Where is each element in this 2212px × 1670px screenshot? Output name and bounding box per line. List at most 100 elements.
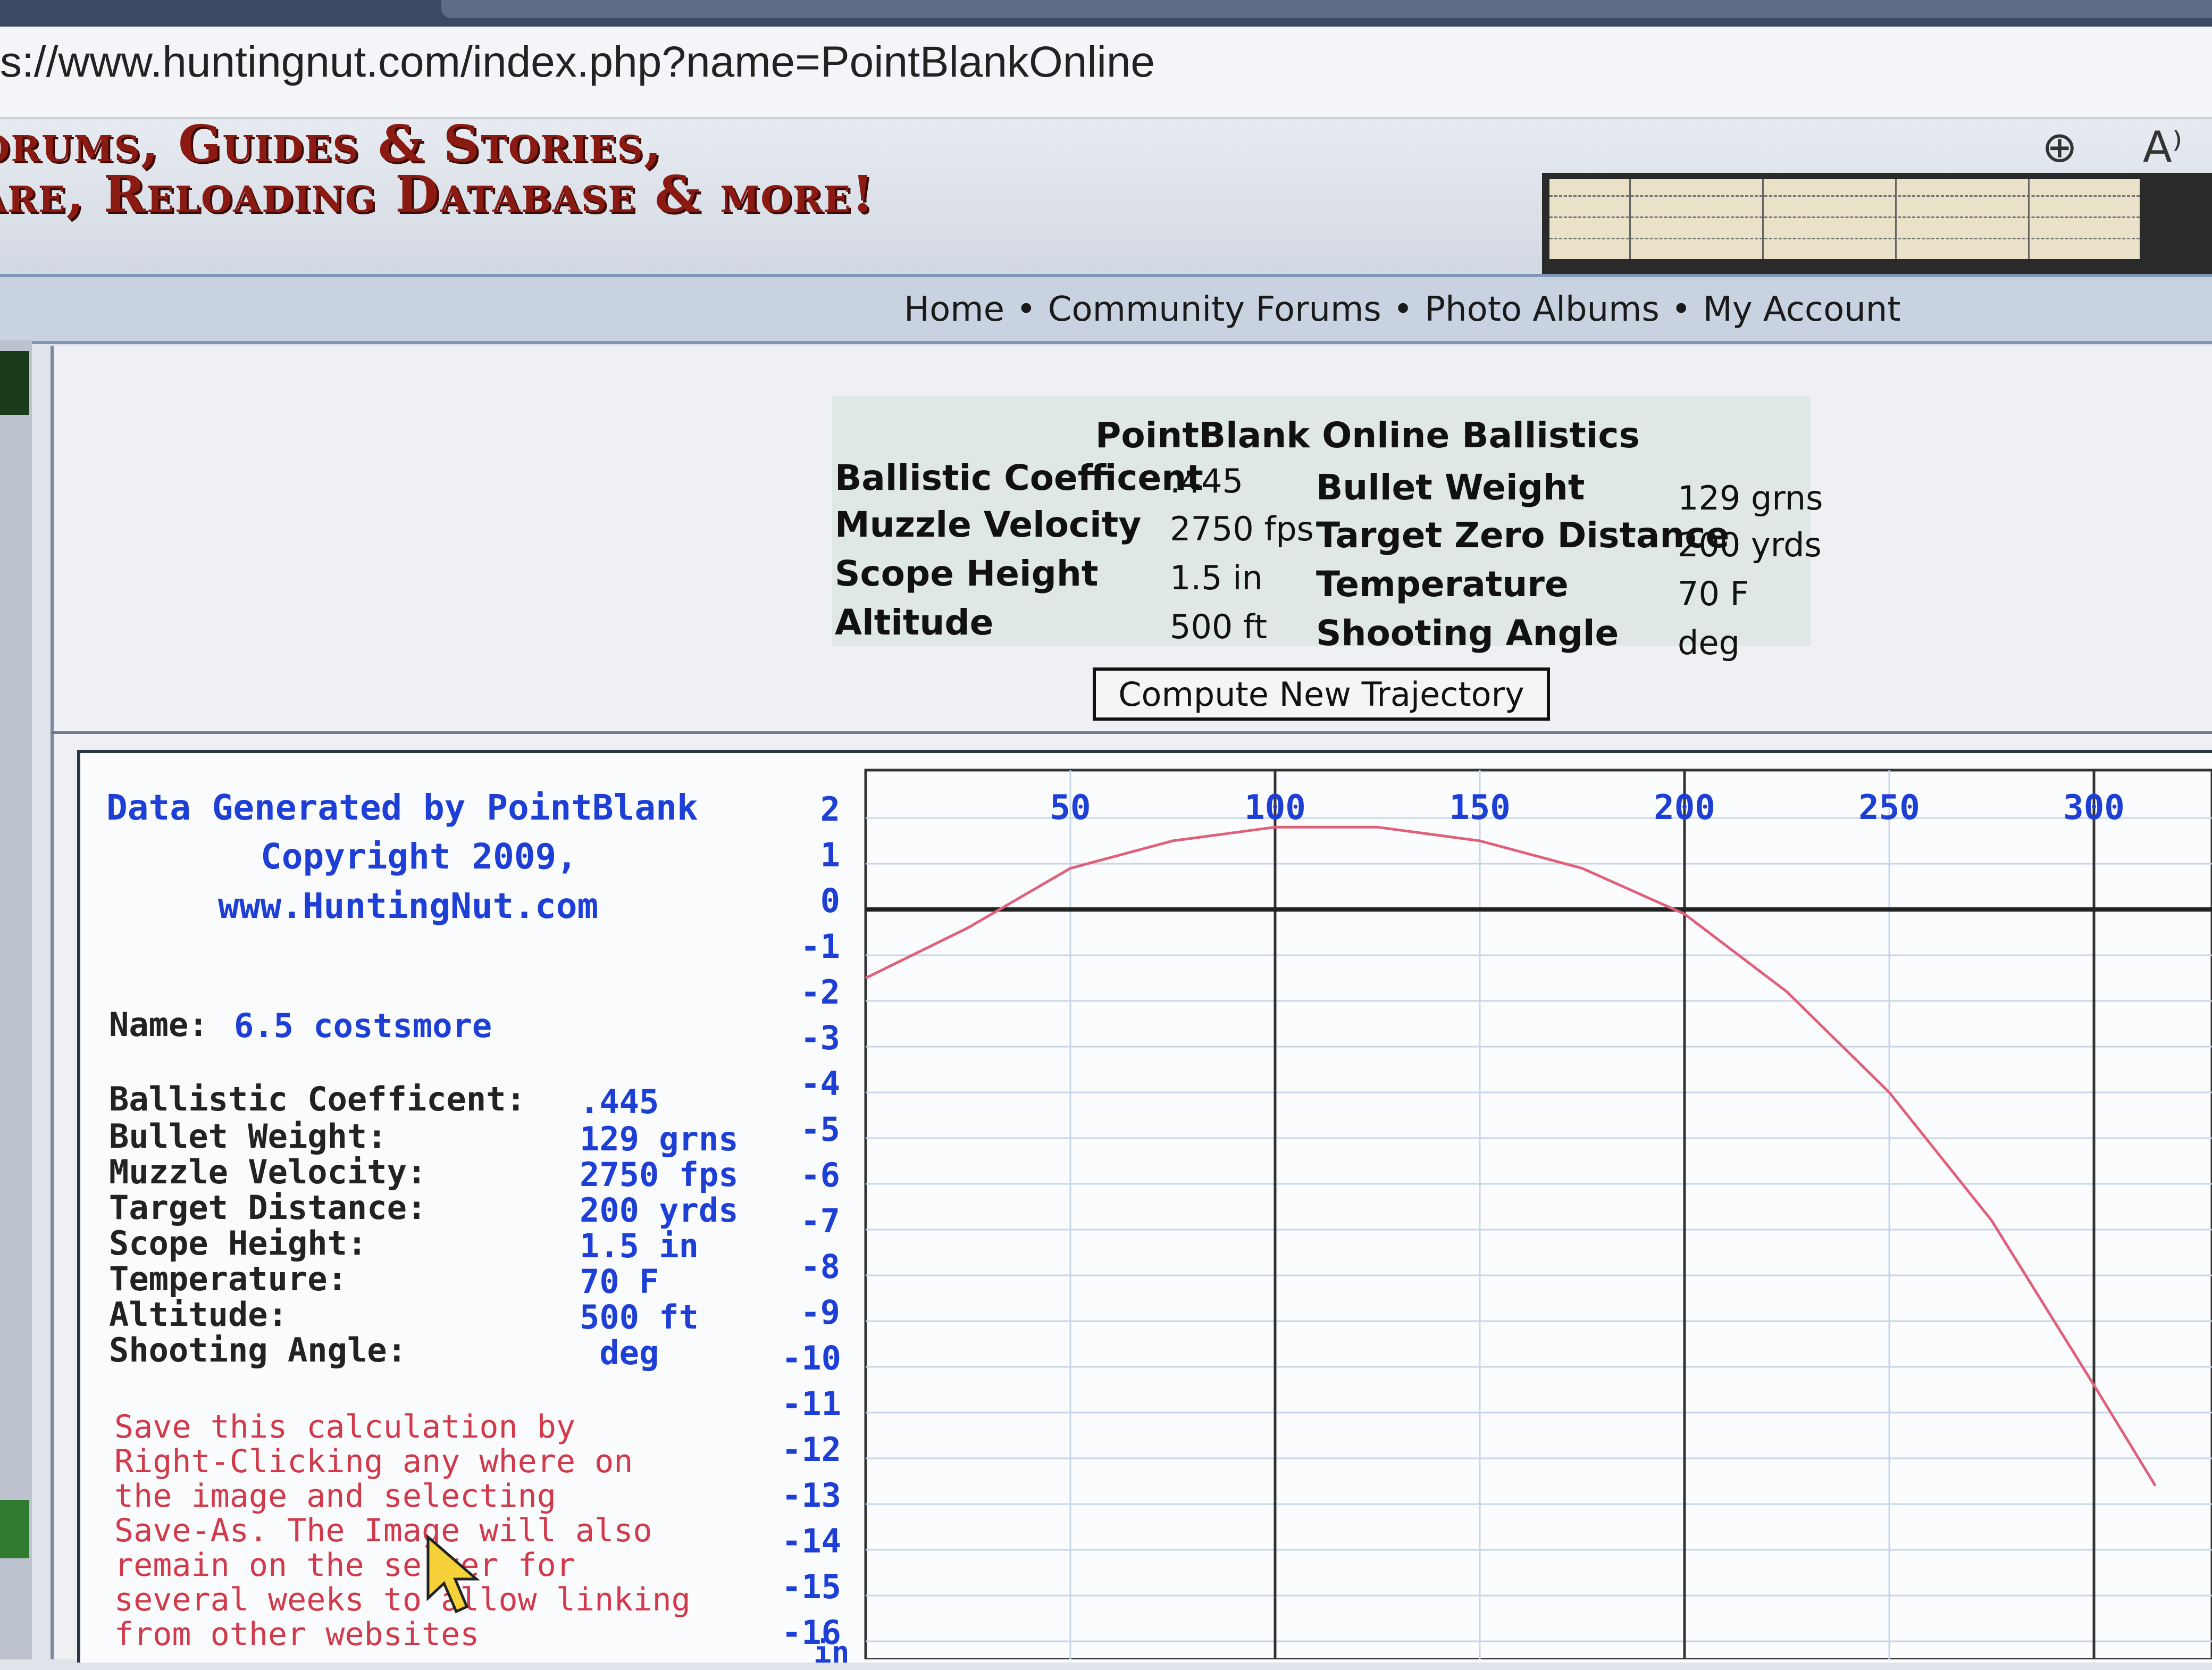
banner-gridline (1895, 179, 1897, 259)
banner-gridline (2028, 179, 2030, 259)
x-tick-label: 200 (1654, 788, 1715, 828)
report-note-line: Save this calculation by (114, 1408, 575, 1446)
y-tick-label: -9 (800, 1293, 840, 1332)
report-note-line: Save-As. The Image will also (114, 1512, 652, 1549)
y-tick-label: -12 (782, 1430, 841, 1469)
banner-graphic (1542, 173, 2212, 274)
report-note-line: remain on the server for (114, 1547, 575, 1584)
y-tick-label: -11 (782, 1384, 841, 1423)
report-row-label: Target Distance: (109, 1188, 427, 1227)
form-label-shooting-angle: Shooting Angle (1316, 613, 1619, 654)
y-tick-label: 1 (820, 836, 840, 874)
report-row-value: deg (580, 1333, 659, 1372)
y-tick-label: -5 (800, 1110, 840, 1149)
x-tick-label: 250 (1858, 788, 1920, 828)
banner-tagline-2: are, Reloading Database & more! (0, 165, 875, 224)
y-tick-label: 2 (820, 790, 840, 829)
report-row-value: 500 ft (580, 1298, 699, 1337)
form-label-bc: Ballistic Coefficent (835, 457, 1203, 498)
form-value-bullet-weight[interactable]: 129 grns (1678, 479, 1823, 517)
mouse-cursor-icon (426, 1534, 480, 1614)
nav-separator: • (1671, 290, 1691, 329)
y-tick-label: -15 (782, 1567, 841, 1606)
report-note-line: several weeks to allow linking (114, 1581, 691, 1618)
left-sidebar-edge (0, 340, 32, 1659)
x-tick-label: 300 (2063, 788, 2125, 828)
x-tick-label: 50 (1050, 788, 1091, 828)
browser-top-band (0, 0, 2212, 27)
report-name-value: 6.5 costsmore (234, 1006, 492, 1045)
main-nav: Home • Community Forums • Photo Albums • My Ac… (904, 290, 1900, 329)
nav-community-forums[interactable]: Community Forums (1048, 290, 1381, 329)
form-value-shooting-angle[interactable]: deg (1678, 623, 1740, 662)
report-note-line: the image and selecting (114, 1477, 556, 1515)
y-tick-label: -13 (782, 1476, 841, 1515)
y-tick-label: -2 (800, 973, 840, 1012)
y-tick-label: -6 (800, 1156, 840, 1195)
banner-graphic-plot (1549, 179, 2140, 259)
report-row-value: 1.5 in (580, 1226, 699, 1265)
form-value-temperature[interactable]: 70 F (1678, 574, 1749, 613)
form-label-scope-height: Scope Height (835, 553, 1099, 594)
banner-gridline (1762, 179, 1764, 259)
trajectory-chart[interactable]: 50 100 150 200 250 300 (861, 766, 2212, 1659)
sidebar-block (0, 1500, 29, 1558)
form-value-altitude[interactable]: 500 ft (1170, 607, 1267, 646)
browser-tab[interactable] (441, 0, 2212, 18)
form-label-altitude: Altitude (835, 602, 994, 643)
section-divider (51, 731, 2212, 734)
report-note-line: Right-Clicking any where on (114, 1443, 633, 1480)
form-title: PointBlank Online Ballistics (1095, 415, 1640, 456)
banner-gridline (1549, 195, 2140, 197)
nav-my-account[interactable]: My Account (1703, 290, 1901, 329)
report-note-line: from other websites (114, 1616, 480, 1653)
compute-trajectory-button[interactable]: Compute New Trajectory (1093, 667, 1550, 721)
form-label-muzzle-velocity: Muzzle Velocity (835, 504, 1142, 545)
report-bc-label: Ballistic Coefficent: (109, 1080, 526, 1118)
y-tick-label: -4 (800, 1064, 840, 1103)
form-value-bc[interactable]: .445 (1170, 462, 1243, 500)
y-tick-label: -7 (800, 1201, 840, 1240)
report-row-label: Muzzle Velocity: (109, 1153, 427, 1191)
report-row-label: Temperature: (109, 1259, 347, 1298)
y-tick-label: -3 (800, 1018, 840, 1057)
report-row-value: 70 F (580, 1262, 659, 1301)
url-text[interactable]: s://www.huntingnut.com/index.php?name=Po… (0, 37, 1155, 87)
report-name-label: Name: (109, 1005, 208, 1044)
report-row-value: 129 grns (580, 1120, 739, 1158)
zoom-icon[interactable]: ⊕ (2042, 122, 2077, 172)
report-header-line-1: Data Generated by PointBlank (106, 787, 698, 828)
report-row-value: 200 yrds (580, 1191, 739, 1230)
banner-gridline (1629, 179, 1631, 259)
report-header-line-2: Copyright 2009, (261, 836, 578, 877)
form-label-temperature: Temperature (1316, 564, 1569, 605)
plot-area (864, 769, 2212, 1659)
report-row-value: 2750 fps (580, 1155, 739, 1194)
nav-separator: • (1393, 290, 1413, 329)
report-row-label: Bullet Weight: (109, 1117, 387, 1156)
y-tick-label: -1 (800, 927, 840, 966)
form-value-target-zero-distance[interactable]: 200 yrds (1678, 525, 1822, 564)
y-unit-label: in (814, 1635, 850, 1670)
form-value-scope-height[interactable]: 1.5 in (1170, 558, 1263, 597)
form-value-muzzle-velocity[interactable]: 2750 fps (1170, 510, 1314, 548)
banner-gridline (1549, 238, 2140, 239)
form-label-bullet-weight: Bullet Weight (1316, 467, 1585, 508)
report-header-line-3: www.HuntingNut.com (218, 886, 599, 926)
report-row-label: Altitude: (109, 1295, 288, 1334)
y-tick-label: -14 (782, 1522, 841, 1560)
x-tick-label: 100 (1244, 788, 1306, 828)
read-aloud-icon[interactable]: A⁾ (2143, 122, 2182, 172)
nav-photo-albums[interactable]: Photo Albums (1425, 290, 1660, 329)
y-tick-label: -8 (800, 1247, 840, 1286)
report-bc-value: .445 (580, 1082, 659, 1121)
banner-gridline (1549, 216, 2140, 218)
nav-home[interactable]: Home (904, 290, 1004, 329)
y-tick-label: 0 (820, 881, 840, 920)
x-tick-label: 150 (1449, 788, 1511, 828)
form-label-target-zero-distance: Target Zero Distance (1316, 515, 1730, 556)
report-row-label: Scope Height: (109, 1224, 367, 1263)
y-tick-label: -10 (782, 1339, 841, 1377)
nav-separator: • (1016, 290, 1036, 329)
report-row-label: Shooting Angle: (109, 1331, 407, 1370)
